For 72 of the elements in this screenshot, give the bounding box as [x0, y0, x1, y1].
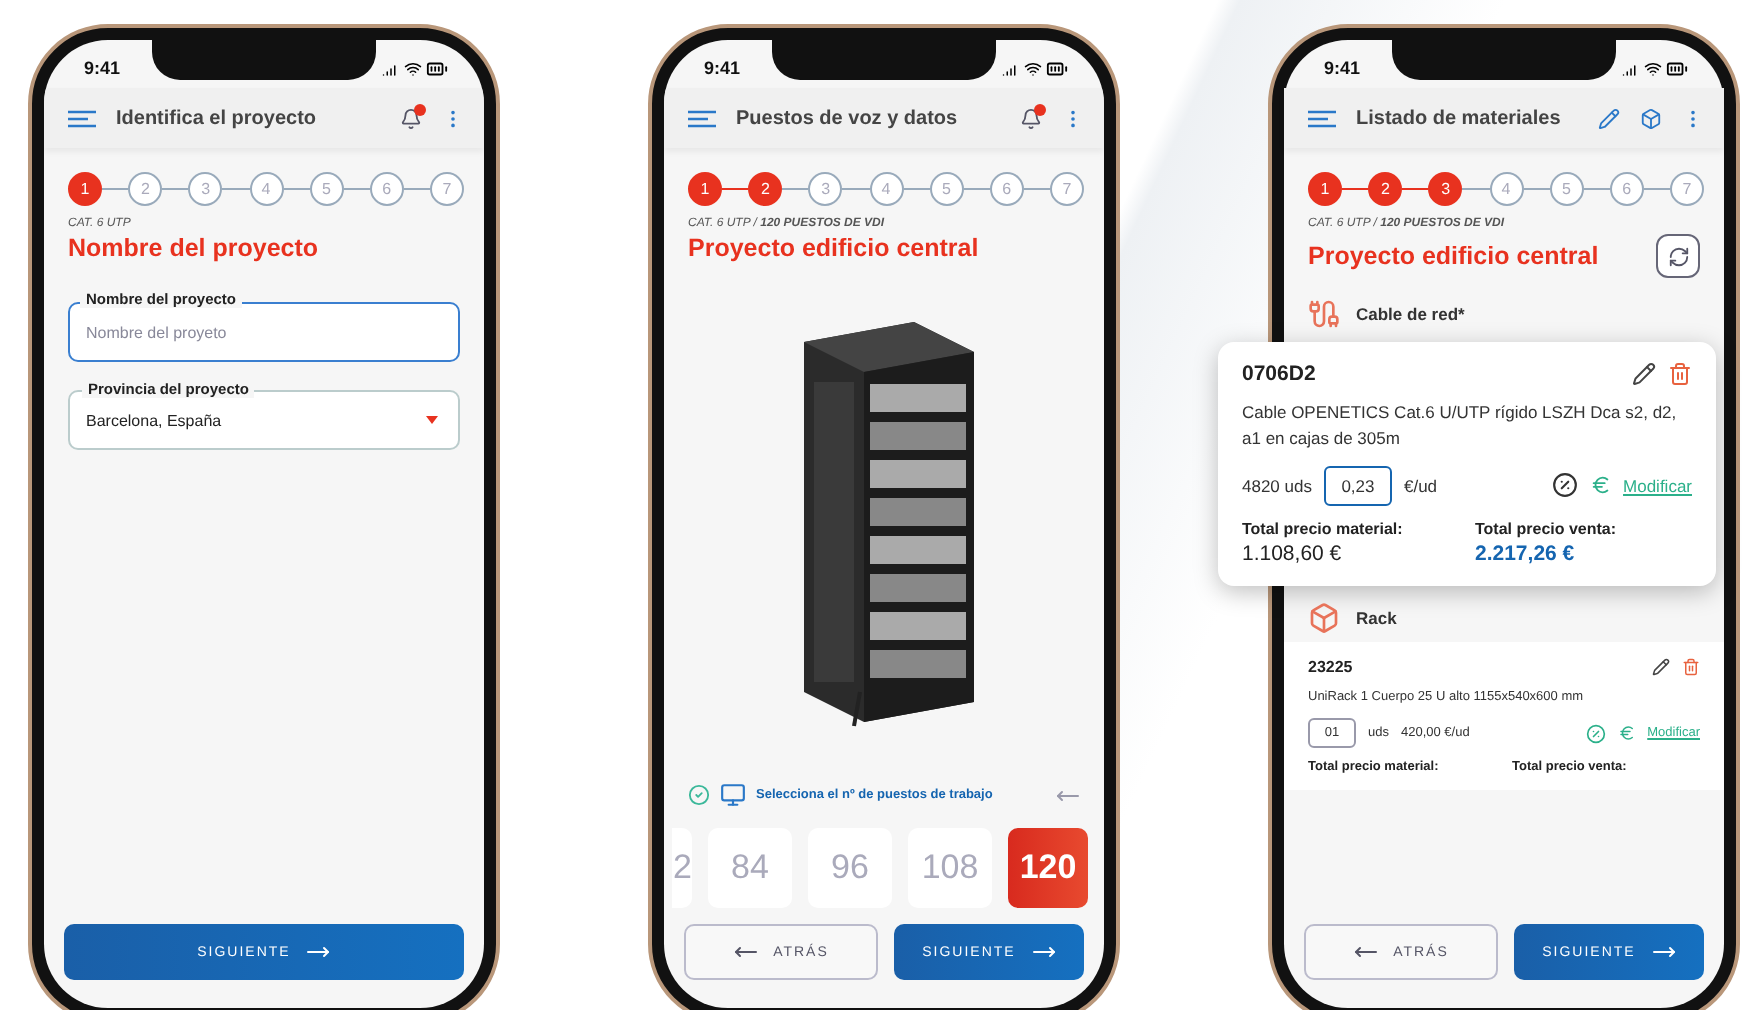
step-circle: 2	[748, 172, 783, 206]
step-circle: 7	[1670, 172, 1705, 206]
screen-title: Identifica el proyecto	[116, 107, 319, 129]
battery-icon	[1046, 57, 1068, 79]
status-time: 9:41	[1324, 58, 1361, 78]
cube-icon[interactable]	[1640, 107, 1662, 129]
quantity-text: 4820 uds	[1242, 475, 1312, 495]
count-option[interactable]: 120	[1008, 828, 1088, 908]
step-circle: 1	[1308, 172, 1342, 206]
item-code: 23225	[1308, 657, 1355, 675]
section-title: Cable de red*	[1356, 304, 1465, 324]
total-value: 1.108,60 €	[1242, 541, 1344, 565]
status-time: 9:41	[84, 58, 121, 78]
step-circle: 5	[1549, 172, 1584, 206]
edit-icon[interactable]	[1632, 362, 1656, 386]
refresh-button[interactable]	[1656, 234, 1700, 278]
screen-title: Listado de materiales	[1356, 107, 1563, 129]
item-code: 0706D2	[1242, 362, 1318, 386]
menu-icon[interactable]	[1308, 109, 1336, 127]
project-heading: Proyecto edificio central	[1308, 242, 1599, 270]
section-title: Rack	[1356, 607, 1397, 627]
total-label: Total precio material:	[1242, 519, 1405, 537]
step-circle: 3	[188, 172, 223, 206]
wifi-icon	[1644, 59, 1662, 77]
step-circle: 5	[309, 172, 344, 206]
project-heading: Nombre del proyecto	[68, 234, 319, 262]
wifi-icon	[404, 59, 422, 77]
step-circle: 3	[808, 172, 843, 206]
cable-icon	[1308, 298, 1340, 330]
wifi-icon	[1024, 59, 1042, 77]
step-circle: 6	[989, 172, 1024, 206]
step-circle: 4	[249, 172, 284, 206]
battery-icon	[426, 57, 448, 79]
signal-icon	[1002, 59, 1020, 77]
step-circle: 6	[1609, 172, 1644, 206]
step-circle: 4	[869, 172, 904, 206]
edit-icon[interactable]	[1652, 657, 1670, 675]
box-icon	[1308, 601, 1340, 633]
caret-icon	[426, 416, 438, 424]
signal-icon	[1622, 59, 1640, 77]
check-circle-icon	[688, 784, 710, 806]
step-circle: 1	[688, 172, 722, 206]
percent-icon[interactable]	[1551, 472, 1578, 498]
step-circle: 2	[128, 172, 163, 206]
signal-icon	[382, 59, 400, 77]
step-circle: 5	[929, 172, 964, 206]
item-description: Cable OPENETICS Cat.6 U/UTP rígido LSZH Dca s2, d2, a1 en cajas de 305m	[1242, 400, 1679, 451]
price-input[interactable]: 0,23	[1323, 465, 1392, 505]
battery-icon	[1666, 57, 1688, 79]
step-circle: 7	[430, 172, 465, 206]
screen-title: Puestos de voz y datos	[736, 107, 960, 129]
bell-icon[interactable]	[400, 107, 422, 129]
step-circle: 3	[1428, 172, 1463, 206]
euro-icon[interactable]	[1589, 474, 1612, 496]
step-circle: 1	[68, 172, 102, 206]
refresh-icon	[1667, 245, 1689, 267]
bell-icon[interactable]	[1020, 107, 1042, 129]
total-value: 2.217,26 €	[1475, 541, 1577, 565]
step-circle: 2	[1368, 172, 1403, 206]
step-circle: 6	[369, 172, 404, 206]
monitor-icon	[720, 782, 746, 808]
menu-icon[interactable]	[688, 109, 716, 127]
total-label: Total precio venta:	[1475, 519, 1619, 537]
euro-icon[interactable]	[1617, 724, 1636, 743]
delete-icon[interactable]	[1682, 657, 1700, 675]
step-circle: 7	[1050, 172, 1085, 206]
delete-icon[interactable]	[1668, 362, 1692, 386]
project-heading: Proyecto edificio central	[688, 234, 979, 262]
step-circle: 4	[1489, 172, 1524, 206]
menu-icon[interactable]	[68, 109, 96, 127]
unit-text: €/ud	[1403, 475, 1438, 495]
status-time: 9:41	[704, 58, 741, 78]
